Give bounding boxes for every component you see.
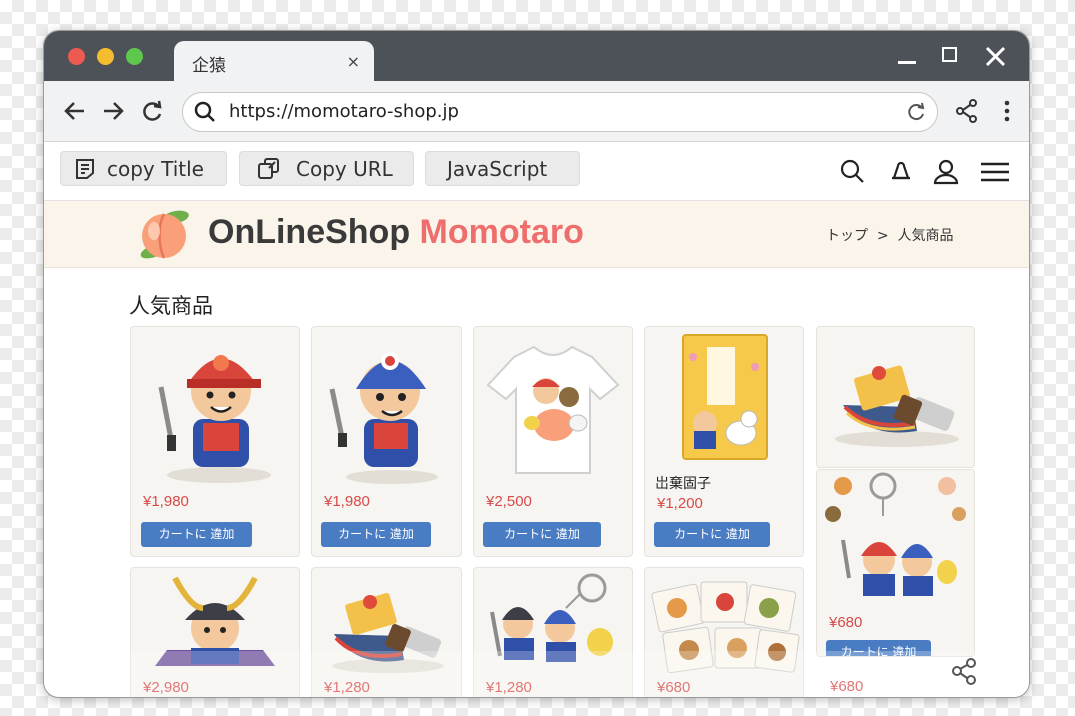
product-card[interactable] — [816, 326, 975, 468]
share-button[interactable] — [954, 98, 980, 124]
back-button[interactable] — [62, 98, 88, 124]
shop-logo-text[interactable]: OnLineShop Momotaro — [208, 213, 584, 252]
breadcrumb-current: 人気商品 — [897, 228, 954, 244]
more-button[interactable] — [994, 98, 1020, 124]
product-image-food-cards — [651, 581, 800, 674]
shop-header: OnLineShop Momotaro トップ > 人気商品 — [44, 201, 1029, 268]
add-to-cart-button[interactable]: カートに 違加 — [826, 640, 931, 656]
breadcrumb: トップ > 人気商品 — [826, 225, 954, 245]
bell-icon — [892, 161, 910, 180]
product-image-keychain-2 — [490, 573, 613, 662]
product-card[interactable]: ¥680 — [644, 567, 804, 697]
floating-share-button[interactable] — [949, 656, 979, 686]
product-card[interactable]: ¥2,980 — [130, 567, 300, 697]
product-card[interactable]: ¥680 カートに 違加 — [816, 469, 975, 657]
close-icon — [985, 46, 1006, 67]
site-search-button[interactable] — [839, 158, 867, 186]
breadcrumb-home[interactable]: トップ — [826, 228, 868, 244]
javascript-label: JavaScript — [447, 157, 548, 181]
minimize-button[interactable] — [895, 43, 923, 71]
product-image-warrior-red — [158, 355, 271, 483]
product-price: ¥1,280 — [324, 679, 370, 696]
menu-button[interactable] — [979, 158, 1011, 186]
copy-title-label: copy Title — [107, 157, 204, 181]
zoom-window-dot[interactable] — [126, 48, 143, 65]
tab-title: 企猿 — [192, 56, 226, 76]
minimize-window-dot[interactable] — [97, 48, 114, 65]
navigation-bar: https://momotaro-shop.jp — [44, 81, 1029, 142]
product-card[interactable]: ¥2,500 カートに 違加 — [473, 326, 633, 557]
copy-url-button[interactable]: Copy URL — [239, 151, 414, 186]
product-price: ¥1,280 — [486, 679, 532, 696]
product-image-usb-boat-2 — [332, 592, 444, 673]
product-price: ¥1,200 — [657, 495, 703, 512]
search-icon — [194, 101, 215, 122]
product-image-keychain — [825, 472, 966, 596]
product-image-warrior-blue — [329, 352, 438, 484]
product-image-tshirt — [486, 345, 620, 474]
logo-accent: Momotaro — [419, 213, 584, 251]
product-image-kabuto-doll — [155, 576, 275, 666]
close-button[interactable] — [982, 43, 1010, 71]
bookmarks-bar: copy Title Copy URL JavaScript — [44, 142, 1029, 201]
javascript-button[interactable]: JavaScript — [425, 151, 580, 186]
add-to-cart-button[interactable]: カートに 違加 — [654, 522, 770, 547]
forward-icon — [104, 102, 124, 120]
title-bar: 企猿 × — [44, 31, 1029, 81]
copy-url-label: Copy URL — [296, 157, 393, 181]
browser-tab[interactable]: 企猿 × — [174, 41, 374, 81]
breadcrumb-separator: > — [876, 228, 889, 244]
product-price: ¥680 — [657, 679, 691, 696]
browser-window: 企猿 × https://momotaro-shop.jp copy Title… — [43, 30, 1030, 698]
product-price: ¥1,980 — [143, 493, 189, 510]
share-icon — [956, 99, 977, 123]
product-price: ¥680 — [830, 678, 864, 695]
search-icon — [840, 159, 864, 183]
reload-button[interactable] — [139, 98, 165, 124]
tab-close-button[interactable]: × — [347, 52, 360, 71]
add-to-cart-button[interactable]: カートに 違加 — [483, 522, 601, 547]
product-price: ¥680 — [829, 614, 863, 631]
share-icon — [952, 658, 976, 685]
copy-link-icon — [258, 158, 279, 179]
section-title: 人気商品 — [129, 294, 213, 318]
add-to-cart-button[interactable]: カートに 違加 — [141, 522, 252, 547]
product-price: ¥2,980 — [143, 679, 189, 696]
copy-title-button[interactable]: copy Title — [60, 151, 227, 186]
reload-icon — [143, 100, 162, 121]
more-icon — [1004, 100, 1010, 122]
bell-button[interactable] — [887, 158, 915, 186]
product-card[interactable]: ¥1,980 カートに 違加 — [311, 326, 462, 557]
product-name: 岀棄固子 — [655, 476, 711, 492]
product-price: ¥1,980 — [324, 493, 370, 510]
url-text: https://momotaro-shop.jp — [229, 101, 459, 122]
account-button[interactable] — [932, 158, 960, 186]
user-icon — [933, 159, 959, 185]
product-card[interactable]: ¥1,980 カートに 違加 — [130, 326, 300, 557]
product-card[interactable]: 岀棄固子 ¥1,200 カートに 違加 — [644, 326, 804, 557]
maximize-button[interactable] — [938, 43, 966, 71]
product-card[interactable]: ¥1,280 — [311, 567, 462, 697]
logo-main: OnLineShop — [208, 213, 411, 251]
notes-icon — [76, 159, 94, 179]
forward-button[interactable] — [100, 98, 126, 124]
back-icon — [64, 102, 84, 120]
product-price: ¥2,500 — [486, 493, 532, 510]
address-bar[interactable]: https://momotaro-shop.jp — [182, 92, 938, 132]
close-window-dot[interactable] — [68, 48, 85, 65]
product-image-dango-pack — [682, 334, 768, 460]
product-card[interactable]: ¥1,280 — [473, 567, 633, 697]
product-image-usb-boat — [835, 365, 959, 447]
add-to-cart-button[interactable]: カートに 違加 — [321, 522, 431, 547]
refresh-icon[interactable] — [905, 101, 927, 123]
menu-icon — [981, 162, 1009, 182]
peach-logo-icon[interactable] — [132, 205, 196, 261]
